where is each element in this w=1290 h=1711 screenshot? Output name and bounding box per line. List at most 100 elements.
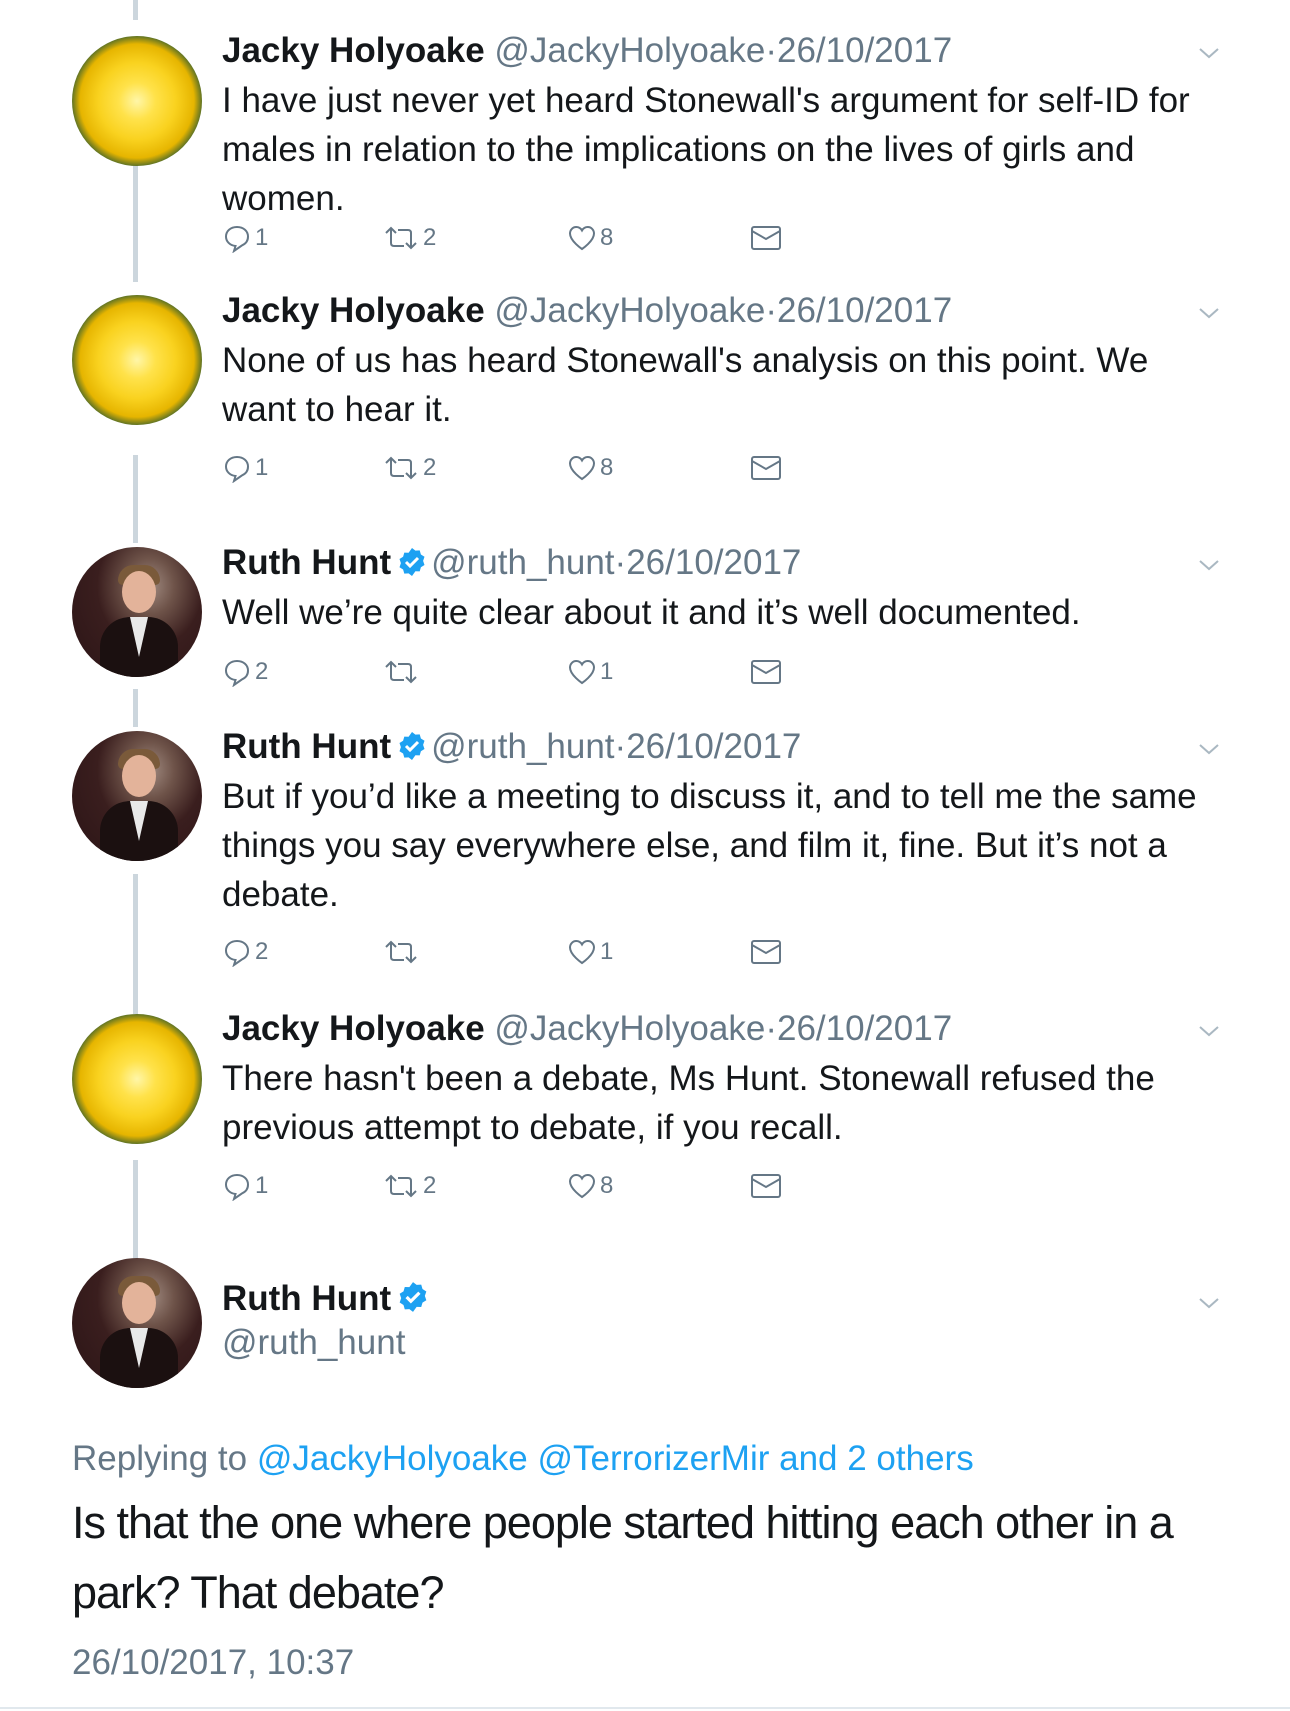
retweet-icon — [385, 456, 417, 480]
heart-icon — [568, 939, 596, 965]
chevron-down-icon[interactable] — [1198, 738, 1220, 760]
retweet-button[interactable] — [382, 934, 423, 970]
envelope-icon — [751, 1174, 781, 1198]
heart-icon — [568, 225, 596, 251]
like-count: 8 — [600, 224, 614, 251]
heart-icon — [568, 659, 596, 685]
divider — [0, 1707, 1290, 1709]
author-handle[interactable]: @JackyHolyoake — [494, 1009, 765, 1048]
replying-to: Replying to @JackyHolyoake @TerrorizerMi… — [72, 1438, 974, 1480]
chevron-down-icon[interactable] — [1198, 1020, 1220, 1042]
reply-button[interactable]: 1 — [222, 450, 268, 486]
retweet-button[interactable] — [382, 654, 423, 690]
author-handle[interactable]: @JackyHolyoake — [494, 31, 765, 70]
avatar[interactable] — [72, 547, 202, 677]
author-name[interactable]: Ruth Hunt — [222, 727, 391, 766]
retweet-count: 2 — [423, 454, 437, 481]
thread-line — [133, 160, 138, 282]
tweet-content: Jacky Holyoake @JackyHolyoake·26/10/2017… — [222, 30, 1222, 223]
reply-button[interactable]: 1 — [222, 1168, 268, 1204]
verified-badge-icon — [399, 548, 425, 576]
reply-button[interactable]: 1 — [222, 220, 268, 256]
direct-message-button[interactable] — [750, 1168, 782, 1204]
reply-button[interactable]: 2 — [222, 654, 268, 690]
tweet-date[interactable]: 26/10/2017 — [626, 543, 801, 582]
retweet-button[interactable]: 2 — [382, 1168, 436, 1204]
like-button[interactable]: 8 — [567, 450, 613, 486]
author-name[interactable]: Jacky Holyoake — [222, 31, 485, 70]
reply-count: 1 — [255, 454, 269, 481]
tweet-date[interactable]: 26/10/2017 — [777, 291, 952, 330]
reply-icon — [224, 659, 250, 687]
author-handle[interactable]: @JackyHolyoake — [494, 291, 765, 330]
tweet-actions: 1 2 8 — [222, 220, 1222, 256]
reply-icon — [224, 939, 250, 967]
author-handle[interactable]: @ruth_hunt — [431, 543, 614, 582]
like-button[interactable]: 1 — [567, 934, 613, 970]
envelope-icon — [751, 226, 781, 250]
like-button[interactable]: 8 — [567, 220, 613, 256]
chevron-down-icon[interactable] — [1198, 302, 1220, 324]
author-name[interactable]: Jacky Holyoake — [222, 291, 485, 330]
tweet-actions: 2 1 — [222, 654, 1222, 690]
retweet-count: 2 — [423, 224, 437, 251]
reply-icon — [224, 225, 250, 253]
tweet-header: Jacky Holyoake @JackyHolyoake·26/10/2017 — [222, 31, 953, 70]
chevron-down-icon[interactable] — [1198, 42, 1220, 64]
reply-button[interactable]: 2 — [222, 934, 268, 970]
author-handle[interactable]: @ruth_hunt — [222, 1322, 405, 1364]
direct-message-button[interactable] — [750, 654, 782, 690]
chevron-down-icon[interactable] — [1198, 1292, 1220, 1314]
author-name[interactable]: Ruth Hunt — [222, 1279, 391, 1318]
heart-icon — [568, 455, 596, 481]
tweet-text: None of us has heard Stonewall's analysi… — [222, 341, 1149, 429]
like-button[interactable]: 8 — [567, 1168, 613, 1204]
retweet-button[interactable]: 2 — [382, 450, 436, 486]
tweet-header: Ruth Hunt @ruth_hunt·26/10/2017 — [222, 727, 802, 766]
verified-badge-icon — [399, 732, 425, 760]
tweet-header: Ruth Hunt @ruth_hunt·26/10/2017 — [222, 543, 802, 582]
envelope-icon — [751, 660, 781, 684]
retweet-icon — [385, 940, 417, 964]
thread-line — [133, 689, 138, 727]
retweet-count: 2 — [423, 1172, 437, 1199]
avatar[interactable] — [72, 1258, 202, 1388]
envelope-icon — [751, 456, 781, 480]
avatar[interactable] — [72, 1014, 202, 1144]
reply-count: 1 — [255, 1172, 269, 1199]
like-count: 8 — [600, 1172, 614, 1199]
direct-message-button[interactable] — [750, 450, 782, 486]
tweet-content: Jacky Holyoake @JackyHolyoake·26/10/2017… — [222, 290, 1222, 434]
like-button[interactable]: 1 — [567, 654, 613, 690]
author-name[interactable]: Ruth Hunt — [222, 543, 391, 582]
tweet-actions: 1 2 8 — [222, 1168, 1222, 1204]
thread-line — [133, 0, 138, 20]
avatar[interactable] — [72, 36, 202, 166]
tweet-text: I have just never yet heard Stonewall's … — [222, 81, 1190, 218]
tweet-timestamp[interactable]: 26/10/2017, 10:37 — [72, 1642, 354, 1684]
direct-message-button[interactable] — [750, 934, 782, 970]
replying-to-link[interactable]: @JackyHolyoake @TerrorizerMir and 2 othe… — [257, 1439, 974, 1478]
main-tweet-text: Is that the one where people started hit… — [72, 1497, 1174, 1618]
direct-message-button[interactable] — [750, 220, 782, 256]
tweet-date[interactable]: 26/10/2017 — [777, 1009, 952, 1048]
chevron-down-icon[interactable] — [1198, 554, 1220, 576]
author-handle[interactable]: @ruth_hunt — [431, 727, 614, 766]
retweet-button[interactable]: 2 — [382, 220, 436, 256]
avatar[interactable] — [72, 731, 202, 861]
avatar[interactable] — [72, 295, 202, 425]
like-count: 1 — [600, 658, 614, 685]
tweet-date[interactable]: 26/10/2017 — [626, 727, 801, 766]
thread-line — [133, 1160, 138, 1260]
author-name[interactable]: Jacky Holyoake — [222, 1009, 485, 1048]
tweet-date[interactable]: 26/10/2017 — [777, 31, 952, 70]
tweet-text: There hasn't been a debate, Ms Hunt. Sto… — [222, 1059, 1155, 1147]
tweet-header: Jacky Holyoake @JackyHolyoake·26/10/2017 — [222, 1009, 953, 1048]
like-count: 8 — [600, 454, 614, 481]
tweet-text: Well we’re quite clear about it and it’s… — [222, 593, 1081, 632]
tweet-content: Jacky Holyoake @JackyHolyoake·26/10/2017… — [222, 1008, 1222, 1152]
reply-count: 2 — [255, 938, 269, 965]
replying-prefix: Replying to — [72, 1439, 248, 1478]
reply-count: 1 — [255, 224, 269, 251]
tweet-text: But if you’d like a meeting to discuss i… — [222, 777, 1197, 914]
